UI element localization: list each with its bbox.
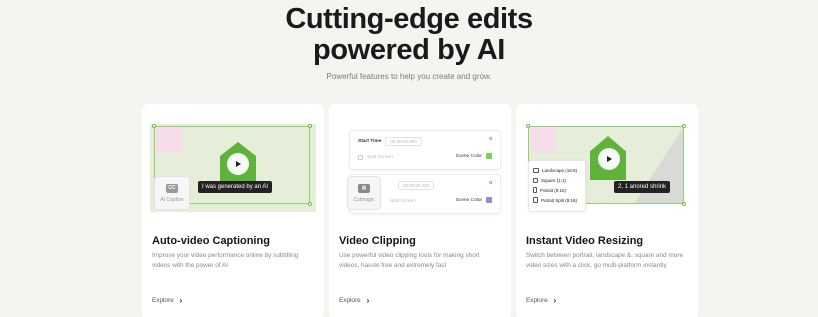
caption-icon: CC: [166, 183, 178, 193]
card-title: Instant Video Resizing: [526, 235, 644, 247]
resize-handle[interactable]: [308, 124, 312, 128]
scene-color-label: Scene Color: [455, 153, 482, 159]
cutmagic-label: Cutmagic: [353, 196, 375, 203]
square-icon: [533, 177, 538, 183]
ratio-label: Landscape (16:9): [542, 167, 578, 173]
resize-handle[interactable]: [152, 124, 156, 128]
chevron-right-icon: ›: [179, 296, 183, 305]
end-time-input[interactable]: 00:00:08.283: [398, 181, 435, 190]
aspect-ratio-menu: Landscape (16:9) Square (1:1) Potrait (9…: [528, 160, 586, 212]
split-screen-label: Split Screen: [390, 199, 416, 204]
ratio-label: Square (1:1): [541, 177, 567, 183]
portrait-icon: [533, 187, 537, 193]
explore-label: Explore: [526, 297, 548, 304]
card-description: Use powerful video clipping tools for ma…: [339, 252, 480, 269]
resize-handle[interactable]: [682, 202, 686, 206]
feature-card-clipping[interactable]: Start Time 00:00:04.000 0 Split Screen S…: [329, 104, 511, 317]
ai-caption-label: AI Caption: [160, 196, 184, 203]
section-subtitle: Powerful features to help you create and…: [326, 72, 492, 81]
clip-panel-1: Start Time 00:00:04.000 0 Split Screen S…: [349, 130, 501, 170]
start-time-value: 0: [489, 137, 492, 142]
section-title-line2: powered by AI: [313, 34, 505, 66]
film-icon: ▦: [358, 183, 370, 193]
section-title-line1: Cutting-edge edits: [285, 3, 533, 35]
chevron-right-icon: ›: [366, 296, 370, 305]
start-time-input[interactable]: 00:00:04.000: [385, 137, 422, 146]
scene-color-label: Scene Color: [455, 197, 482, 203]
ratio-label: Potrait (9:16): [540, 187, 567, 193]
card-title: Auto-video Captioning: [152, 235, 270, 247]
card-title: Video Clipping: [339, 235, 416, 247]
ai-caption-card: CC AI Caption: [154, 176, 190, 210]
cutmagic-card: ▦ Cutmagic: [347, 176, 381, 210]
explore-label: Explore: [339, 297, 361, 304]
explore-link[interactable]: Explore ›: [526, 296, 556, 305]
feature-card-captioning[interactable]: I was generated by an AI CC AI Caption A…: [142, 104, 324, 317]
card-description: Switch between portrait, landscape &, sq…: [526, 252, 684, 269]
explore-link[interactable]: Explore ›: [152, 296, 182, 305]
landscape-icon: [533, 167, 539, 173]
card-description: Improve your video performance online by…: [152, 252, 299, 269]
ratio-option-portrait-split[interactable]: Potrait Split (9:16): [533, 195, 581, 205]
clipping-preview: Start Time 00:00:04.000 0 Split Screen S…: [337, 116, 503, 214]
start-time-label: Start Time: [358, 139, 382, 144]
explore-link[interactable]: Explore ›: [339, 296, 369, 305]
ratio-option-portrait[interactable]: Potrait (9:16): [533, 185, 581, 195]
ratio-label: Potrait Split (9:16): [541, 197, 578, 203]
scene-color-swatch-green[interactable]: [486, 153, 492, 159]
explore-label: Explore: [152, 297, 174, 304]
scene-color-swatch-purple[interactable]: [486, 197, 492, 203]
resize-tooltip: 2, 1 anored shrink: [614, 181, 671, 193]
section-title: Cutting-edge edits powered by AI: [0, 4, 818, 66]
ratio-option-square[interactable]: Square (1:1): [533, 175, 581, 185]
resizing-preview: 2, 1 anored shrink Landscape (16:9) Squa…: [524, 116, 690, 212]
ratio-option-landscape[interactable]: Landscape (16:9): [533, 165, 581, 175]
portrait-split-icon: [533, 197, 538, 203]
caption-tooltip: I was generated by an AI: [198, 181, 273, 193]
feature-card-resizing[interactable]: 2, 1 anored shrink Landscape (16:9) Squa…: [516, 104, 698, 317]
end-time-value: 0: [489, 181, 492, 186]
resize-handle[interactable]: [682, 124, 686, 128]
split-screen-label: Split Screen: [367, 155, 393, 160]
captioning-preview: I was generated by an AI CC AI Caption: [150, 116, 316, 212]
chevron-right-icon: ›: [553, 296, 557, 305]
resize-handle[interactable]: [526, 124, 530, 128]
resize-handle[interactable]: [308, 202, 312, 206]
split-screen-checkbox[interactable]: [358, 155, 363, 160]
features-section: Cutting-edge edits powered by AI Powerfu…: [0, 0, 818, 317]
